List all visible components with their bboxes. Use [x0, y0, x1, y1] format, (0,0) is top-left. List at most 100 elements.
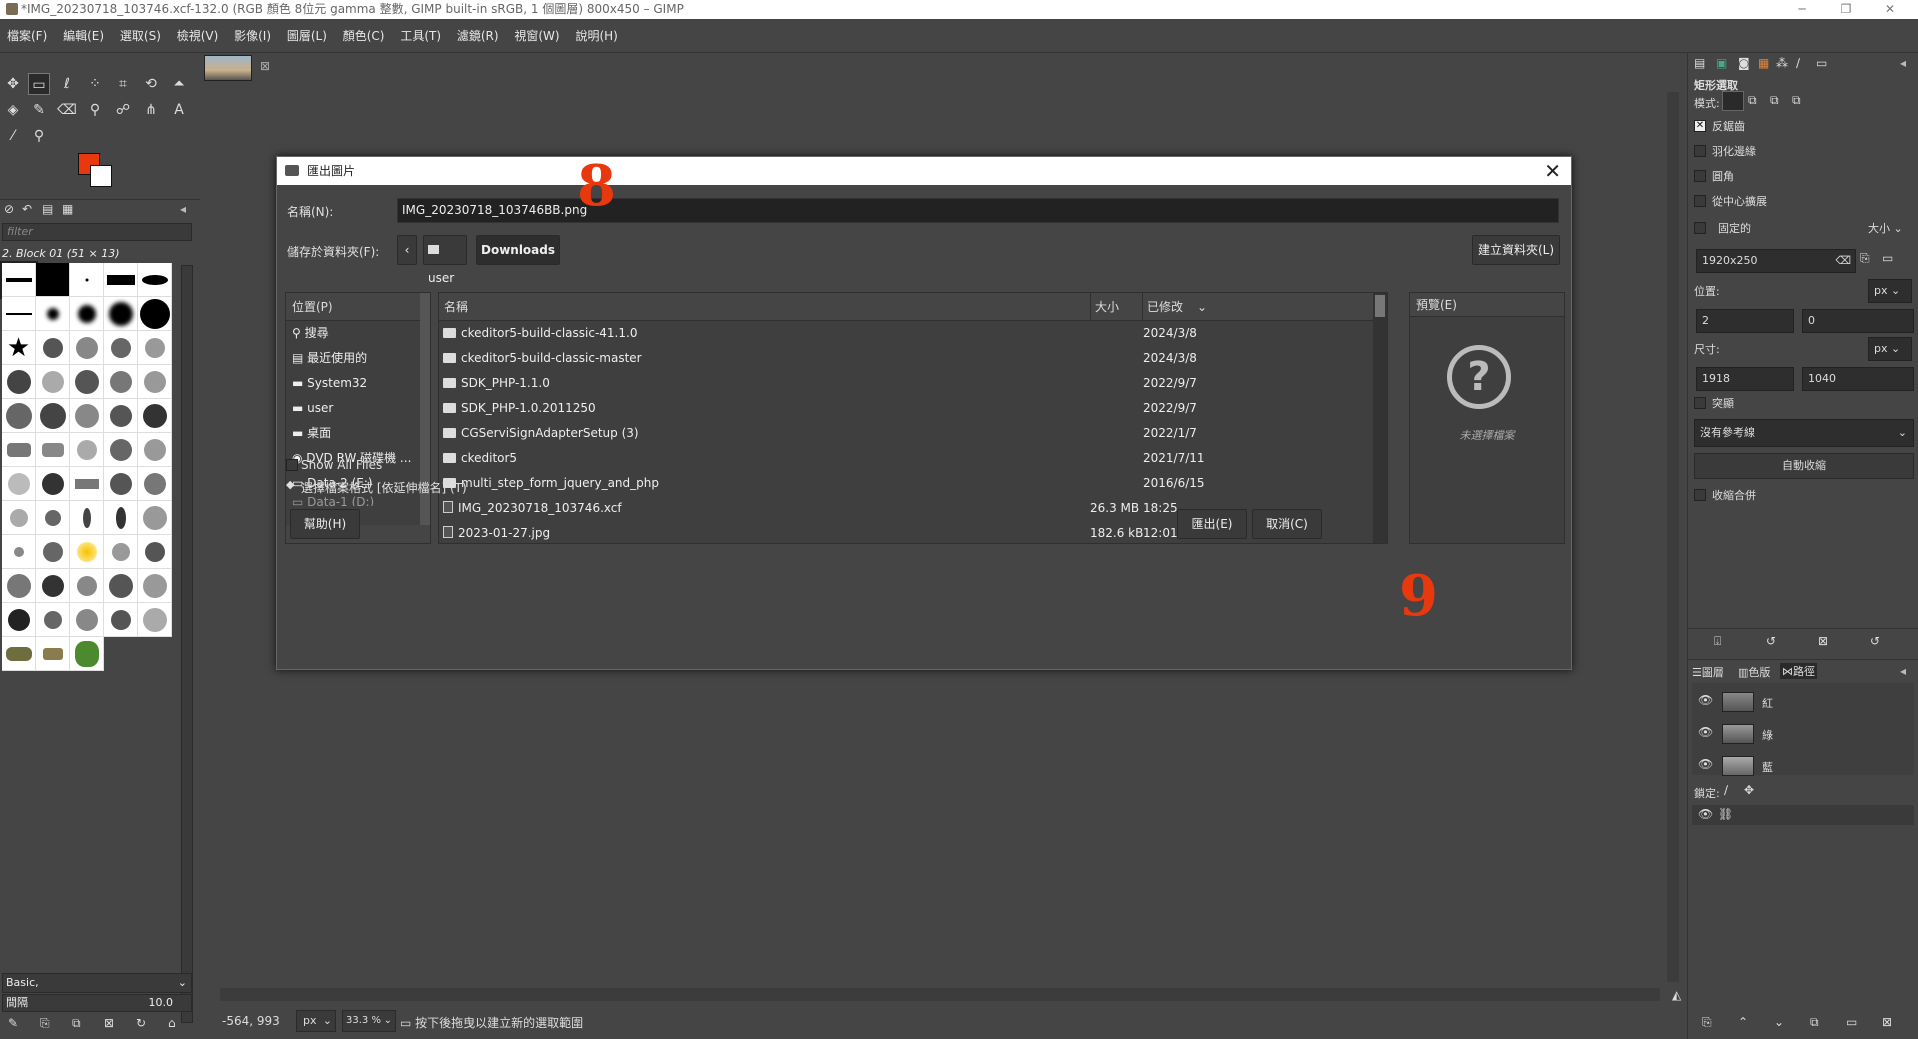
brush-item[interactable] [104, 331, 138, 365]
brush-item[interactable] [70, 637, 104, 671]
position-unit-select[interactable]: px ⌄ [1868, 279, 1912, 303]
text-tool-icon[interactable]: A [168, 99, 190, 121]
dock-menu-icon[interactable]: ◂ [1900, 664, 1906, 678]
fixed-mode-select[interactable]: 大小 ⌄ [1868, 220, 1903, 236]
brush-scrollbar[interactable] [181, 265, 193, 1023]
brush-item[interactable] [2, 297, 36, 331]
close-icon[interactable]: ✕ [1544, 157, 1561, 185]
brush-item[interactable] [104, 569, 138, 603]
brush-item[interactable] [104, 297, 138, 331]
brush-item[interactable] [2, 433, 36, 467]
mode-intersect-icon[interactable]: ⧉ [1792, 93, 1801, 108]
eraser-tool-icon[interactable]: ⌫ [56, 99, 78, 121]
cancel-button[interactable]: 取消(C) [1252, 509, 1322, 539]
brush-item[interactable] [70, 433, 104, 467]
paths-tool-icon[interactable]: ⋔ [140, 99, 162, 121]
clone-tool-icon[interactable]: ⚲ [84, 99, 106, 121]
fixed-checkbox[interactable] [1694, 222, 1706, 234]
navigate-icon[interactable]: ◭ [1672, 988, 1681, 1002]
brush-item[interactable] [70, 535, 104, 569]
delete-brush-icon[interactable]: ⊠ [104, 1016, 114, 1030]
new-channel-icon[interactable]: ⎘ [1702, 1015, 1712, 1030]
menu-image[interactable]: 影像(I) [234, 19, 271, 53]
brush-item[interactable] [104, 433, 138, 467]
brush-item[interactable] [36, 297, 70, 331]
channel-row[interactable]: 👁 藍 [1692, 753, 1914, 779]
to-selection-icon[interactable]: ▭ [1846, 1015, 1857, 1029]
eye-icon[interactable]: 👁 [1698, 807, 1713, 821]
brush-item[interactable] [36, 331, 70, 365]
patterns-tab-icon[interactable]: ▤ [42, 202, 53, 216]
refresh-brush-icon[interactable]: ↻ [136, 1016, 146, 1030]
tab-paths[interactable]: ⋈路徑 [1780, 663, 1817, 679]
file-row[interactable]: SDK_PHP-1.0.2011250 2022/9/7 [439, 396, 1387, 421]
fixed-value-field[interactable]: 1920x250 ⌫ [1696, 249, 1856, 273]
file-row[interactable]: ckeditor5 2021/7/11 [439, 446, 1387, 471]
brush-item[interactable] [138, 263, 172, 297]
brush-item[interactable] [70, 501, 104, 535]
fuzzy-select-tool-icon[interactable]: ⁘ [84, 73, 106, 95]
rounded-checkbox[interactable] [1694, 170, 1706, 182]
place-search[interactable]: ⚲ 搜尋 [286, 321, 430, 346]
brush-item[interactable] [138, 365, 172, 399]
tool-options-tab-icon[interactable]: ▤ [1694, 56, 1705, 70]
menu-windows[interactable]: 視窗(W) [514, 19, 559, 53]
mode-subtract-icon[interactable]: ⧉ [1770, 93, 1779, 108]
brush-item[interactable] [138, 535, 172, 569]
brush-item[interactable] [36, 535, 70, 569]
fonts-tab-icon[interactable]: ▦ [62, 202, 73, 216]
place-system32[interactable]: ▬ System32 [286, 371, 430, 396]
duplicate-icon[interactable]: ⧉ [1810, 1015, 1819, 1030]
transform-tool-icon[interactable]: ⟲ [140, 73, 162, 95]
antialias-checkbox[interactable]: ✕ [1694, 120, 1706, 132]
brush-item[interactable] [104, 535, 138, 569]
brush-item[interactable] [2, 535, 36, 569]
channel-row[interactable]: 👁 紅 [1692, 689, 1914, 715]
save-options-icon[interactable]: ⍗ [1714, 634, 1721, 649]
file-type-expander[interactable]: 選擇檔案格式 [依延伸檔名] (T) [301, 479, 467, 496]
file-row[interactable]: ckeditor5-build-classic-41.1.0 2024/3/8 [439, 321, 1387, 346]
edit-brush-icon[interactable]: ✎ [8, 1016, 18, 1030]
brush-item[interactable] [70, 569, 104, 603]
brush-item[interactable] [2, 603, 36, 637]
highlight-checkbox[interactable] [1694, 397, 1706, 409]
mode-add-icon[interactable]: ⧉ [1748, 93, 1757, 108]
zoom-select[interactable]: 33.3 % ⌄ [342, 1010, 396, 1032]
minimize-button[interactable]: ─ [1780, 0, 1824, 19]
brush-item[interactable] [104, 467, 138, 501]
show-all-files-checkbox[interactable] [286, 459, 298, 471]
brush-item[interactable] [104, 399, 138, 433]
images-tab-icon[interactable]: ▭ [1816, 56, 1827, 70]
close-image-icon[interactable]: ⊠ [260, 59, 270, 73]
brush-item[interactable] [36, 433, 70, 467]
paint-dynamics-tab-icon[interactable]: ∕ [1796, 56, 1800, 70]
path-back-button[interactable]: ‹ [397, 235, 417, 265]
rect-select-tool-icon[interactable]: ▭ [28, 73, 50, 95]
place-desktop[interactable]: ▬ 桌面 [286, 421, 430, 446]
warp-tool-icon[interactable]: ⏶ [168, 73, 190, 95]
bucket-fill-tool-icon[interactable]: ◈ [2, 99, 24, 121]
position-x-field[interactable]: 2 [1696, 309, 1794, 333]
brush-item[interactable] [104, 501, 138, 535]
file-row[interactable]: SDK_PHP-1.1.0 2022/9/7 [439, 371, 1387, 396]
raise-icon[interactable]: ⌃ [1738, 1015, 1748, 1029]
brush-item[interactable] [104, 365, 138, 399]
tab-layers[interactable]: ☰圖層 [1692, 664, 1724, 680]
brush-item[interactable] [70, 263, 104, 297]
position-y-field[interactable]: 0 [1802, 309, 1914, 333]
free-select-tool-icon[interactable]: ℓ [56, 73, 78, 95]
create-folder-button[interactable]: 建立資料夾(L) [1472, 235, 1560, 265]
menu-filters[interactable]: 濾鏡(R) [457, 19, 499, 53]
scrollbar-thumb[interactable] [1375, 295, 1385, 317]
delete-options-icon[interactable]: ⊠ [1818, 634, 1828, 648]
path-downloads-button[interactable]: Downloads [476, 235, 560, 265]
brush-item[interactable] [138, 433, 172, 467]
brush-item[interactable] [138, 603, 172, 637]
eye-icon[interactable]: 👁 [1698, 757, 1713, 771]
brush-item[interactable] [2, 399, 36, 433]
menu-select[interactable]: 選取(S) [120, 19, 161, 53]
brush-item[interactable] [70, 467, 104, 501]
brush-item[interactable] [36, 365, 70, 399]
file-row[interactable]: ckeditor5-build-classic-master 2024/3/8 [439, 346, 1387, 371]
file-row[interactable]: CGServiSignAdapterSetup (3) 2022/1/7 [439, 421, 1387, 446]
